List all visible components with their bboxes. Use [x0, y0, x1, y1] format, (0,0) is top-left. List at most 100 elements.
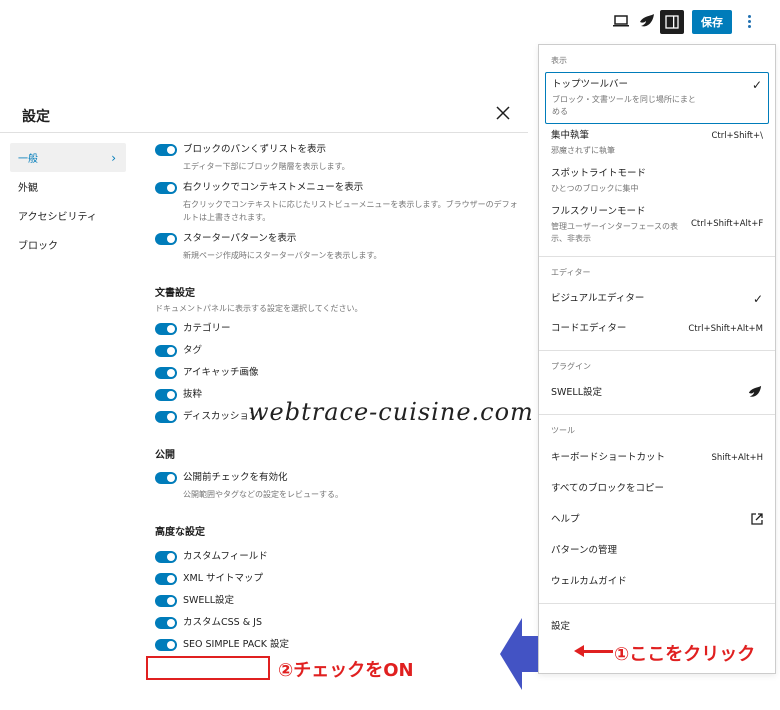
- option-featured-image: アイキャッチ画像: [155, 366, 525, 380]
- close-icon[interactable]: [496, 105, 514, 123]
- nav-item-accessibility[interactable]: アクセシビリティ: [10, 201, 126, 230]
- menu-item-swell-settings[interactable]: SWELL設定: [545, 378, 769, 408]
- menu-item-label: 設定: [551, 621, 571, 632]
- menu-group-plugins: プラグイン SWELL設定: [539, 351, 775, 415]
- option-xml-sitemap: XML サイトマップ: [155, 572, 525, 586]
- section-title-publish: 公開: [155, 450, 175, 461]
- option-help: 新規ページ作成時にスターターパターンを表示します。: [183, 251, 382, 260]
- menu-group-label: 表示: [551, 56, 567, 65]
- swell-logo-icon: [747, 384, 763, 403]
- menu-item-fullscreen[interactable]: フルスクリーンモード 管理ユーザーインターフェースの表示、非表示 Ctrl+Shi…: [545, 200, 769, 250]
- modal-header: 設定: [0, 95, 528, 133]
- menu-group-view: 表示 トップツールバー ブロック・文書ツールを同じ場所にまとめる ✓ 集中執筆 邪魔…: [539, 45, 775, 257]
- toggle-switch[interactable]: [155, 323, 177, 335]
- menu-item-label: コードエディター: [551, 323, 627, 334]
- check-icon: ✓: [751, 78, 762, 92]
- shortcut-text: Shift+Alt+H: [711, 452, 763, 463]
- menu-item-label: SWELL設定: [551, 387, 603, 398]
- menu-item-manage-patterns[interactable]: パターンの管理: [545, 535, 769, 566]
- option-label: 公開前チェックを有効化: [183, 472, 288, 483]
- option-label: カスタムCSS & JS: [183, 617, 262, 628]
- toggle-switch[interactable]: [155, 367, 177, 379]
- menu-item-label: すべてのブロックをコピー: [551, 482, 664, 494]
- laptop-icon[interactable]: [608, 8, 634, 34]
- menu-item-help: ひとつのブロックに集中: [551, 184, 639, 193]
- option-seo-simple-pack: SEO SIMPLE PACK 設定: [155, 638, 525, 652]
- menu-item-top-toolbar[interactable]: トップツールバー ブロック・文書ツールを同じ場所にまとめる ✓: [545, 72, 769, 124]
- watermark: webtrace-cuisine.com: [248, 398, 534, 426]
- option-label: カテゴリー: [183, 323, 231, 334]
- nav-item-general[interactable]: 一般 ›: [10, 143, 126, 172]
- option-help: 右クリックでコンテキストに応じたリストビューメニューを表示します。ブラウザーのデ…: [183, 200, 518, 222]
- nav-item-appearance[interactable]: 外観: [10, 172, 126, 201]
- toggle-switch[interactable]: [155, 551, 177, 563]
- option-label: XML サイトマップ: [183, 573, 264, 584]
- menu-item-help: 邪魔されずに執筆: [551, 146, 615, 155]
- menu-item-label: パターンの管理: [551, 544, 618, 556]
- toggle-switch[interactable]: [155, 144, 177, 156]
- annotation-click-here: ①ここをクリック: [614, 644, 756, 665]
- toggle-switch[interactable]: [155, 345, 177, 357]
- menu-item-keyboard-shortcuts[interactable]: キーボードショートカット Shift+Alt+H: [545, 442, 769, 473]
- option-label: タグ: [183, 345, 203, 356]
- menu-item-settings[interactable]: 設定: [545, 612, 769, 642]
- menu-item-copy-all-blocks[interactable]: すべてのブロックをコピー: [545, 473, 769, 504]
- toggle-switch[interactable]: [155, 639, 177, 651]
- toggle-switch[interactable]: [155, 472, 177, 484]
- menu-item-welcome-guide[interactable]: ウェルカムガイド: [545, 566, 769, 597]
- swell-logo-icon[interactable]: [634, 8, 660, 34]
- toggle-switch[interactable]: [155, 389, 177, 401]
- top-toolbar: 保存: [600, 8, 780, 38]
- option-label: 右クリックでコンテキストメニューを表示: [183, 182, 364, 193]
- toggle-switch[interactable]: [155, 233, 177, 245]
- menu-item-visual-editor[interactable]: ビジュアルエディター ✓: [545, 284, 769, 314]
- toggle-switch[interactable]: [155, 182, 177, 194]
- options-menu: 表示 トップツールバー ブロック・文書ツールを同じ場所にまとめる ✓ 集中執筆 邪魔…: [538, 44, 776, 674]
- menu-item-help: 管理ユーザーインターフェースの表示、非表示: [551, 222, 678, 243]
- menu-item-label: スポットライトモード: [551, 168, 647, 179]
- nav-item-label: アクセシビリティ: [18, 212, 97, 223]
- annotation-check-on: ②チェックをON: [278, 660, 414, 681]
- sidebar-toggle-icon[interactable]: [660, 10, 684, 34]
- shortcut-text: Ctrl+Shift+Alt+M: [688, 324, 763, 334]
- blue-arrow-icon: [500, 618, 538, 690]
- menu-item-label: フルスクリーンモード: [551, 206, 646, 217]
- option-label: ブロックのパンくずリストを表示: [183, 144, 326, 155]
- toggle-switch[interactable]: [155, 411, 177, 423]
- menu-item-distraction-free[interactable]: 集中執筆 邪魔されずに執筆 Ctrl+Shift+\: [545, 124, 769, 162]
- toggle-switch[interactable]: [155, 573, 177, 585]
- menu-item-help[interactable]: ヘルプ: [545, 504, 769, 535]
- option-context-menu: 右クリックでコンテキストメニューを表示 右クリックでコンテキストに応じたリストビ…: [155, 181, 525, 224]
- option-label: SEO SIMPLE PACK 設定: [183, 639, 289, 650]
- toggle-switch[interactable]: [155, 595, 177, 607]
- menu-item-label: ヘルプ: [551, 513, 580, 525]
- menu-group-label: ツール: [551, 426, 575, 435]
- nav-item-label: 一般: [18, 154, 38, 165]
- chevron-right-icon: ›: [111, 150, 116, 165]
- shortcut-text: Ctrl+Shift+\: [711, 131, 763, 141]
- option-starter-patterns: スターターパターンを表示 新規ページ作成時にスターターパターンを表示します。: [155, 232, 525, 262]
- option-custom-fields: カスタムフィールド: [155, 550, 525, 564]
- option-label: SWELL設定: [183, 595, 235, 606]
- menu-item-code-editor[interactable]: コードエディター Ctrl+Shift+Alt+M: [545, 314, 769, 344]
- menu-item-label: ビジュアルエディター: [551, 293, 645, 304]
- option-tags: タグ: [155, 344, 525, 358]
- option-swell-settings: SWELL設定: [155, 594, 525, 608]
- option-label: アイキャッチ画像: [183, 367, 259, 378]
- nav-item-label: 外観: [18, 183, 38, 194]
- option-label: カスタムフィールド: [183, 551, 268, 562]
- save-button[interactable]: 保存: [692, 10, 732, 34]
- menu-group-editor: エディター ビジュアルエディター ✓ コードエディター Ctrl+Shift+A…: [539, 257, 775, 351]
- option-custom-css-js: カスタムCSS & JS: [155, 616, 525, 630]
- nav-item-blocks[interactable]: ブロック: [10, 230, 126, 259]
- toggle-switch[interactable]: [155, 617, 177, 629]
- option-help: エディター下部にブロック階層を表示します。: [183, 162, 350, 171]
- section-title-document: 文書設定: [155, 288, 195, 299]
- section-title-advanced: 高度な設定: [155, 527, 205, 538]
- option-categories: カテゴリー: [155, 322, 525, 336]
- modal-title: 設定: [22, 109, 50, 125]
- menu-item-spotlight[interactable]: スポットライトモード ひとつのブロックに集中: [545, 162, 769, 200]
- menu-group-label: エディター: [551, 268, 591, 277]
- menu-item-label: トップツールバー: [552, 79, 629, 90]
- more-vertical-icon[interactable]: [740, 8, 758, 34]
